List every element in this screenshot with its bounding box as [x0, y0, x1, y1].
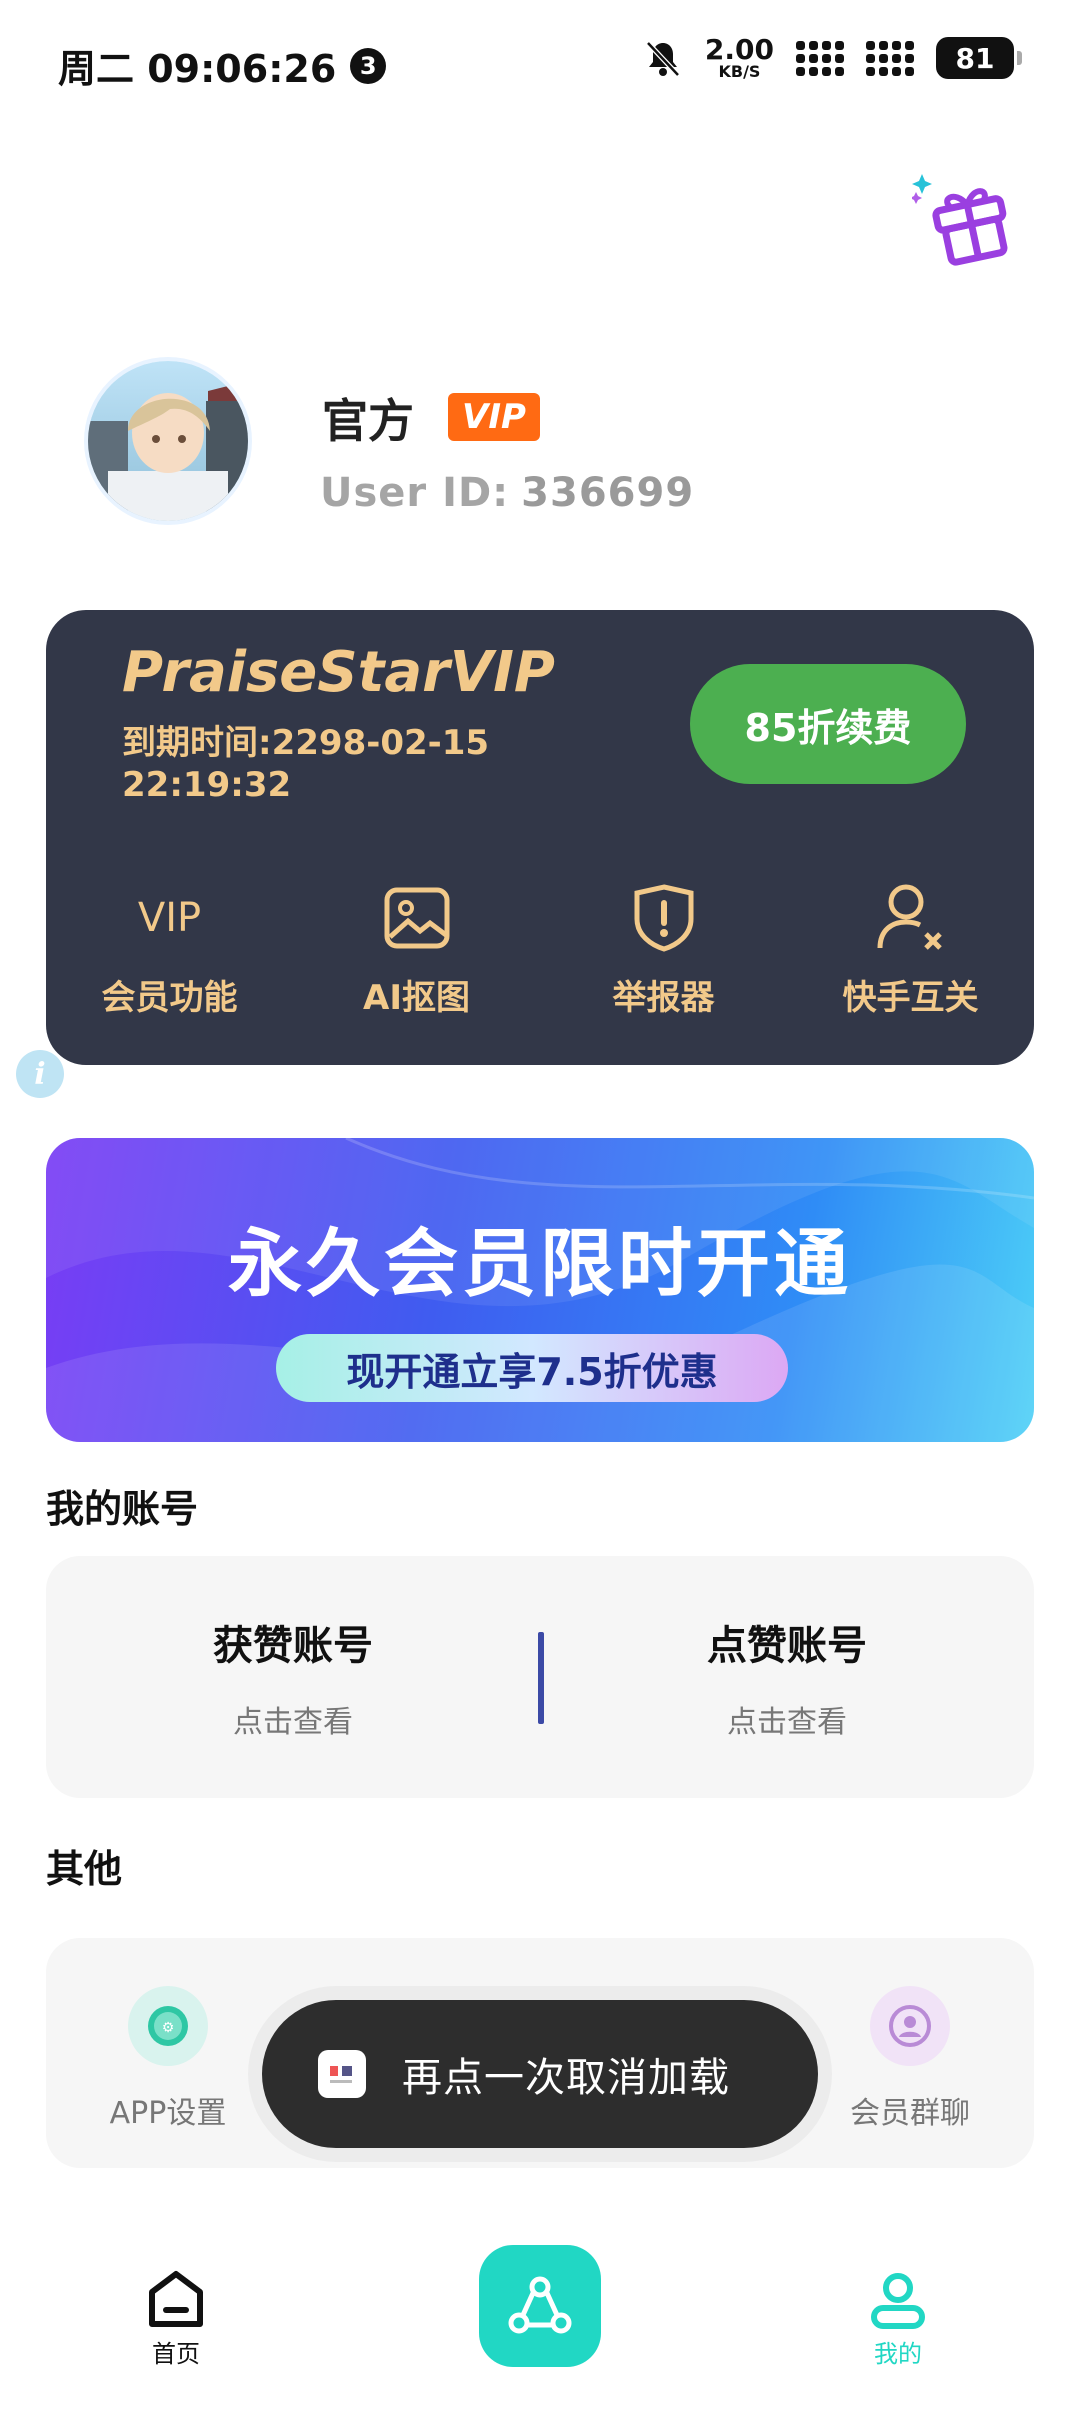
feature-mutual-follow[interactable]: 快手互关: [787, 880, 1034, 1019]
share-network-icon: [508, 2276, 572, 2334]
banner-title: 永久会员限时开通: [228, 1221, 852, 1307]
net-speed-unit: KB/S: [718, 62, 761, 81]
others-title: 其他: [46, 1847, 123, 1891]
toast-message: 再点一次取消加载: [402, 2055, 730, 2101]
member-group-icon: [870, 1986, 950, 2066]
nav-home-label: 首页: [152, 2340, 200, 2368]
others-label: 会员群聊: [850, 2096, 970, 2131]
vip-card: PraiseStarVIP 到期时间:2298-02-15 22:19:32 8…: [46, 610, 1034, 1065]
my-accounts-title: 我的账号: [46, 1487, 199, 1531]
feature-label: 会员功能: [101, 978, 238, 1018]
user-id-value: 336699: [521, 470, 695, 516]
banner-subtitle: 现开通立享7.5折优惠: [276, 1334, 788, 1402]
avatar[interactable]: [84, 357, 252, 525]
my-accounts-card: 获赞账号 点击查看 点赞账号 点击查看: [46, 1556, 1034, 1798]
renew-button[interactable]: 85折续费: [690, 664, 966, 784]
account-subtitle: 点击查看: [233, 1705, 353, 1740]
user-icon: [871, 2273, 925, 2329]
signal-icon-2: [866, 40, 914, 76]
signal-icon: [796, 40, 844, 76]
account-subtitle: 点击查看: [727, 1705, 847, 1740]
nav-home[interactable]: 首页: [148, 2270, 204, 2369]
app-settings-icon: ⚙: [128, 1986, 208, 2066]
feature-ai-cutout[interactable]: AI抠图: [293, 880, 540, 1019]
vip-badge: VIP: [448, 393, 540, 441]
vip-icon-text: VIP: [137, 895, 202, 941]
account-title: 点赞账号: [707, 1623, 867, 1669]
info-icon[interactable]: i: [16, 1050, 64, 1098]
others-label: APP设置: [109, 2096, 227, 2131]
status-right: 2.00 KB/S 81: [643, 36, 1022, 80]
liked-account-item[interactable]: 获赞账号 点击查看: [46, 1556, 540, 1798]
status-bar: 周二 09:06:26 3 2.00 KB/S 81: [0, 0, 1080, 120]
user-id: User ID: 336699: [320, 470, 694, 516]
feature-member[interactable]: VIP 会员功能: [46, 880, 293, 1019]
toast: 再点一次取消加载: [262, 2000, 818, 2148]
home-icon: [149, 2271, 203, 2327]
promo-banner[interactable]: 永久会员限时开通 现开通立享7.5折优惠: [46, 1138, 1034, 1442]
user-id-label: User ID:: [320, 470, 510, 516]
status-left: 周二 09:06:26 3: [58, 38, 387, 93]
gift-icon[interactable]: [912, 160, 1022, 270]
bottom-nav: 首页 我的: [0, 2230, 1080, 2414]
vip-card-title: PraiseStarVIP: [122, 640, 555, 705]
shield-alert-icon: [633, 880, 695, 956]
account-title: 获赞账号: [213, 1623, 373, 1669]
network-speed: 2.00 KB/S: [705, 36, 774, 80]
center-action-button[interactable]: [479, 2245, 601, 2367]
mute-bell-icon: [646, 41, 680, 77]
feature-label: 快手互关: [842, 978, 979, 1018]
member-group-item[interactable]: 会员群聊: [810, 1986, 1010, 2132]
svg-text:⚙: ⚙: [162, 2020, 175, 2036]
battery-indicator: 81: [936, 37, 1022, 79]
vip-text-icon: VIP: [138, 880, 201, 956]
status-time: 周二 09:06:26: [58, 47, 337, 91]
vip-feature-grid: VIP 会员功能 AI抠图 举报器 快手互关: [46, 880, 1034, 1019]
user-name: 官方: [322, 394, 414, 448]
liker-account-item[interactable]: 点赞账号 点击查看: [540, 1556, 1034, 1798]
feature-label: 举报器: [612, 978, 715, 1018]
app-logo-icon: [318, 2050, 366, 2098]
user-remove-icon: [876, 880, 946, 956]
net-speed-value: 2.00: [704, 33, 774, 66]
nav-mine[interactable]: 我的: [868, 2270, 928, 2369]
feature-label: AI抠图: [363, 978, 470, 1018]
nav-mine-label: 我的: [874, 2340, 922, 2368]
vip-expire-time: 到期时间:2298-02-15 22:19:32: [122, 723, 490, 805]
notification-count-badge: 3: [350, 47, 387, 84]
feature-reporter[interactable]: 举报器: [540, 880, 787, 1019]
app-settings-item[interactable]: ⚙ APP设置: [68, 1986, 268, 2132]
image-icon: [384, 880, 450, 956]
